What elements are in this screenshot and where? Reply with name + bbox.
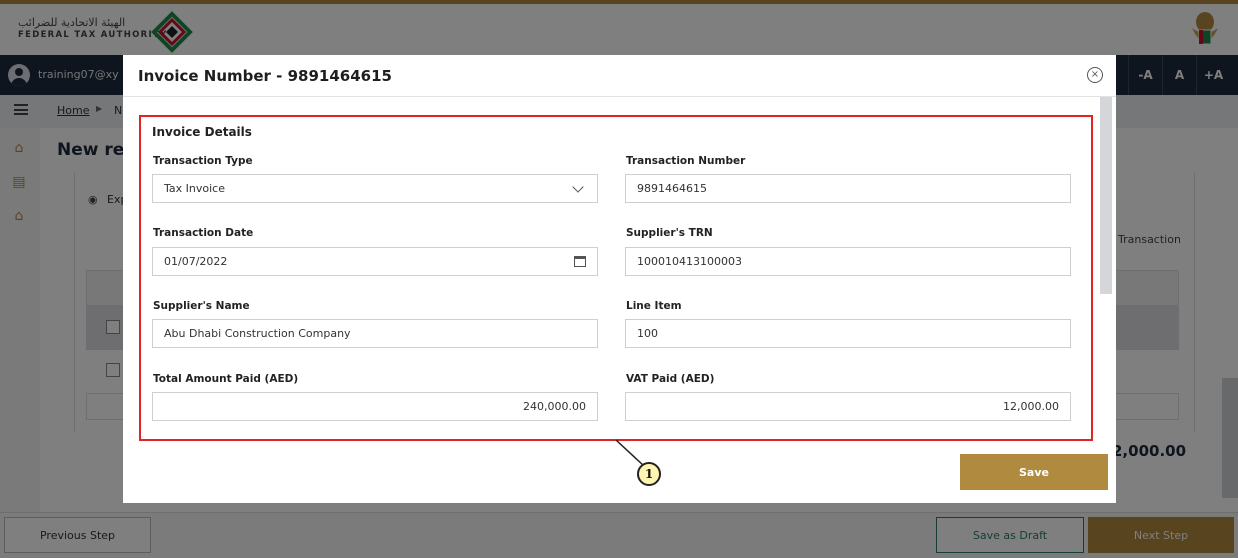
modal-scrollbar[interactable] <box>1100 97 1112 294</box>
supplier-name-field[interactable]: Abu Dhabi Construction Company <box>152 319 598 348</box>
transaction-date-label: Transaction Date <box>153 227 254 239</box>
transaction-date-field[interactable]: 01/07/2022 <box>152 247 598 276</box>
line-item-value: 100 <box>637 327 658 340</box>
vat-paid-value: 12,000.00 <box>1003 400 1059 413</box>
transaction-number-label: Transaction Number <box>626 155 746 167</box>
save-button[interactable]: Save <box>960 454 1108 490</box>
transaction-date-value: 01/07/2022 <box>164 255 228 268</box>
supplier-name-value: Abu Dhabi Construction Company <box>164 327 351 340</box>
supplier-trn-label: Supplier's TRN <box>626 227 713 239</box>
transaction-number-field[interactable]: 9891464615 <box>625 174 1071 203</box>
modal-title: Invoice Number - 9891464615 <box>138 67 392 85</box>
line-item-field[interactable]: 100 <box>625 319 1071 348</box>
section-title: Invoice Details <box>152 125 252 139</box>
transaction-type-label: Transaction Type <box>153 155 253 167</box>
total-amount-label: Total Amount Paid (AED) <box>153 373 299 385</box>
calendar-icon[interactable] <box>574 256 586 267</box>
modal-header: Invoice Number - 9891464615 × <box>123 55 1116 97</box>
transaction-type-value: Tax Invoice <box>164 182 225 195</box>
supplier-name-label: Supplier's Name <box>153 300 250 312</box>
line-item-label: Line Item <box>626 300 682 312</box>
vat-paid-field[interactable]: 12,000.00 <box>625 392 1071 421</box>
vat-paid-label: VAT Paid (AED) <box>626 373 715 385</box>
chevron-down-icon <box>572 180 584 193</box>
transaction-type-select[interactable]: Tax Invoice <box>152 174 598 203</box>
supplier-trn-value: 100010413100003 <box>637 255 742 268</box>
close-icon[interactable]: × <box>1087 67 1103 83</box>
total-amount-value: 240,000.00 <box>523 400 586 413</box>
transaction-number-value: 9891464615 <box>637 182 707 195</box>
callout-pointer-line <box>615 439 645 467</box>
total-amount-field[interactable]: 240,000.00 <box>152 392 598 421</box>
callout-number-badge: 1 <box>637 462 661 486</box>
supplier-trn-field[interactable]: 100010413100003 <box>625 247 1071 276</box>
